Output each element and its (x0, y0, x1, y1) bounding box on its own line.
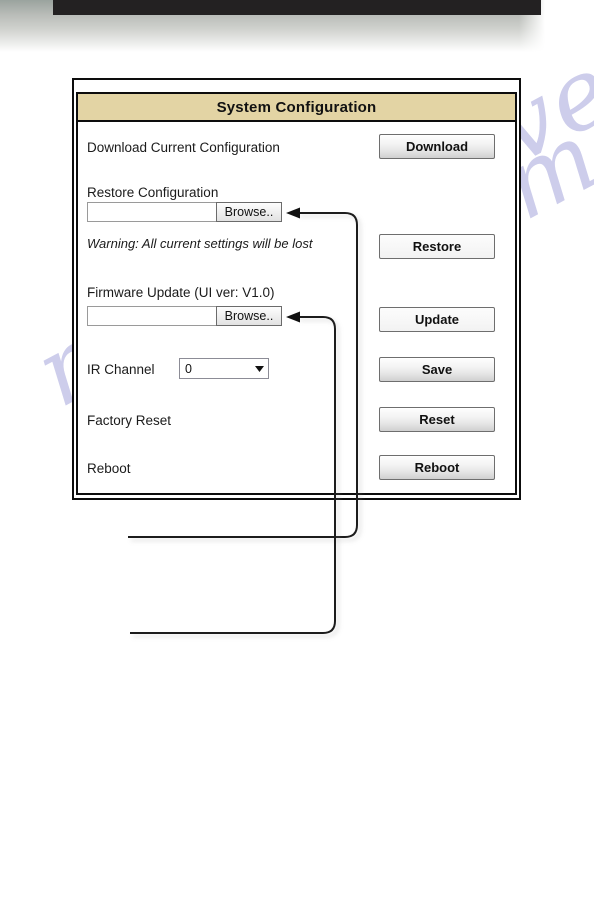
download-button[interactable]: Download (379, 134, 495, 159)
reset-button[interactable]: Reset (379, 407, 495, 432)
reboot-button[interactable]: Reboot (379, 455, 495, 480)
restore-button[interactable]: Restore (379, 234, 495, 259)
restore-browse-button[interactable]: Browse.. (216, 202, 282, 222)
firmware-file-row: Browse.. (87, 306, 282, 326)
firmware-browse-button[interactable]: Browse.. (216, 306, 282, 326)
label-ir-channel: IR Channel (87, 362, 155, 377)
system-configuration-panel: System Configuration Download Current Co… (72, 78, 521, 500)
page-title: System Configuration (216, 98, 377, 116)
restore-file-input[interactable] (87, 202, 216, 222)
firmware-file-input[interactable] (87, 306, 216, 326)
ir-channel-select[interactable]: 0 (179, 358, 269, 379)
restore-file-row: Browse.. (87, 202, 282, 222)
page-root: manualshive e.com System Configuration D… (0, 0, 594, 918)
label-restore-warning: Warning: All current settings will be lo… (87, 236, 313, 251)
chevron-down-icon (250, 365, 268, 372)
update-button[interactable]: Update (379, 307, 495, 332)
label-reboot: Reboot (87, 461, 131, 476)
label-restore-configuration: Restore Configuration (87, 185, 219, 200)
ir-channel-value: 0 (185, 361, 192, 376)
panel-header: System Configuration (76, 92, 517, 122)
label-factory-reset: Factory Reset (87, 413, 172, 428)
label-download-current-configuration: Download Current Configuration (87, 140, 280, 155)
page-top-black-bar (53, 0, 541, 15)
label-firmware-update: Firmware Update (UI ver: V1.0) (87, 285, 275, 300)
save-button[interactable]: Save (379, 357, 495, 382)
